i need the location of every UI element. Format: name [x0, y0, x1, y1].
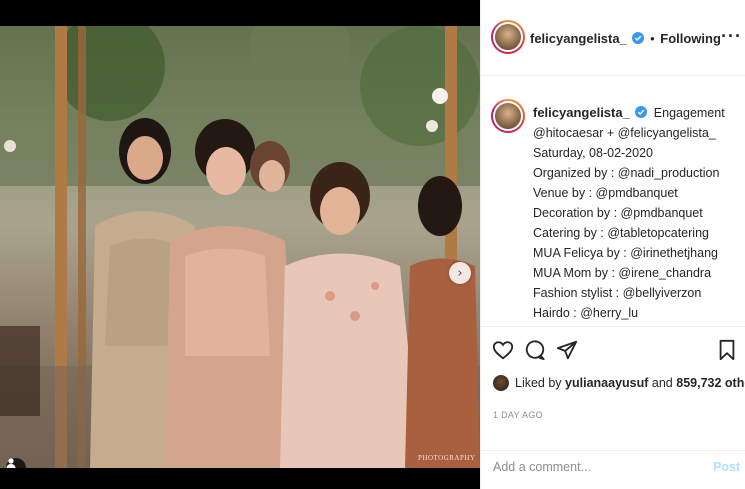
photo-illustration	[0, 26, 480, 468]
post-actions: Liked by yulianaayusuf and 859,732 other…	[481, 326, 745, 468]
header-line: felicyangelista_ • Following	[530, 31, 721, 46]
avatar-image	[493, 101, 523, 131]
caption-line: MUA Felicya by : @irinethetjhang	[533, 246, 718, 260]
post-side-panel: felicyangelista_ • Following ··· felicya…	[480, 0, 745, 489]
caption-first-line: felicyangelista_ Engagement	[533, 103, 725, 123]
comment-box: Post	[481, 450, 745, 489]
verified-icon	[635, 106, 648, 118]
caption-line: Saturday, 08-02-2020	[533, 146, 653, 160]
share-icon[interactable]	[556, 339, 578, 361]
post-photo[interactable]: › PHOTOGRAPHY	[0, 26, 480, 468]
comment-icon[interactable]	[524, 339, 546, 361]
comment-input[interactable]	[493, 460, 693, 474]
carousel-next-button[interactable]: ›	[449, 262, 471, 284]
likes-prefix: Liked by	[515, 376, 562, 390]
caption-line: Fashion stylist : @bellyiverzon	[533, 286, 702, 300]
caption-author-avatar[interactable]	[491, 99, 525, 133]
instagram-post: › PHOTOGRAPHY felicyangelista_ • Followi…	[0, 0, 745, 489]
header-separator: •	[650, 31, 655, 46]
post-timestamp[interactable]: 1 DAY AGO	[493, 410, 543, 420]
more-options-icon[interactable]: ···	[721, 26, 742, 47]
caption-line: Venue by : @pmdbanquet	[533, 186, 678, 200]
author-avatar[interactable]	[491, 20, 525, 54]
post-caption: felicyangelista_ Engagement @hitocaesar …	[481, 77, 745, 326]
caption-username[interactable]: felicyangelista_	[533, 105, 630, 120]
post-comment-button[interactable]: Post	[713, 460, 740, 474]
heart-icon[interactable]	[492, 339, 514, 361]
likes-middle: and	[651, 376, 673, 390]
bottom-letterbox	[0, 468, 480, 489]
follow-status-button[interactable]: Following	[660, 31, 721, 46]
caption-text: felicyangelista_ Engagement @hitocaesar …	[533, 103, 725, 323]
verified-icon	[632, 32, 645, 44]
caption-line: Organized by : @nadi_production	[533, 166, 720, 180]
top-letterbox	[0, 0, 480, 26]
liker-username[interactable]: yulianaayusuf	[565, 376, 648, 390]
caption-line: Hairdo : @herry_lu	[533, 306, 639, 320]
liker-avatar[interactable]	[493, 375, 509, 391]
caption-line: @hitocaesar + @felicyangelista_	[533, 126, 716, 140]
photo-watermark: PHOTOGRAPHY	[418, 454, 476, 462]
caption-line: MUA Mom by : @irene_chandra	[533, 266, 712, 280]
caption-title: Engagement	[653, 106, 725, 120]
tag-person-icon	[6, 458, 16, 468]
bookmark-icon[interactable]	[717, 339, 737, 361]
likes-summary: Liked by yulianaayusuf and 859,732 other…	[493, 375, 745, 391]
chevron-right-icon: ›	[457, 265, 463, 281]
caption-line: Catering by : @tabletopcatering	[533, 226, 709, 240]
likes-count-link[interactable]: 859,732 others	[676, 376, 745, 390]
post-header: felicyangelista_ • Following ···	[481, 0, 745, 76]
avatar-image	[493, 22, 523, 52]
caption-line: Decoration by : @pmdbanquet	[533, 206, 703, 220]
author-username[interactable]: felicyangelista_	[530, 31, 627, 46]
